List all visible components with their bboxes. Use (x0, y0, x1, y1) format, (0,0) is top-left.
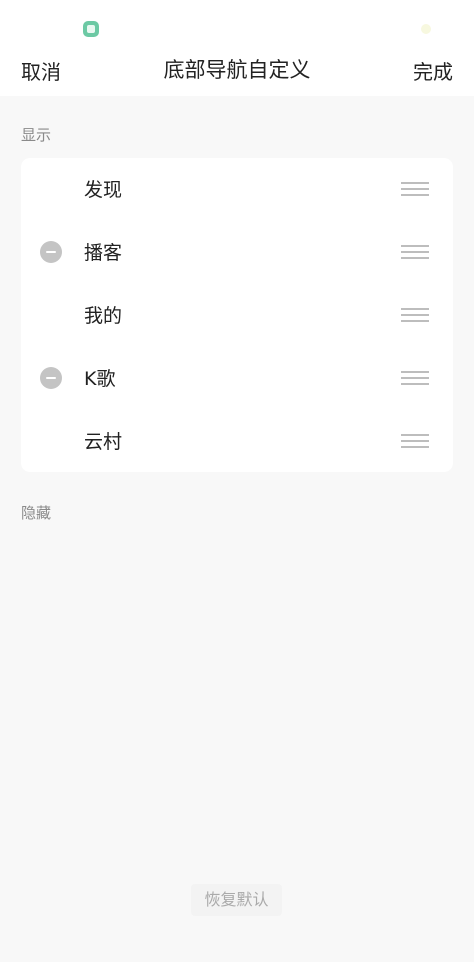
navigation-bar: 取消 底部导航自定义 完成 (0, 48, 474, 96)
drag-handle-icon[interactable] (401, 432, 429, 450)
list-item-yuncun[interactable]: 云村 (21, 410, 453, 472)
list-item-label: 云村 (84, 431, 123, 453)
shown-section-label: 显示 (21, 126, 52, 144)
minus-circle-icon[interactable] (40, 241, 62, 263)
status-indicator-icon (421, 24, 431, 34)
list-item-wode[interactable]: 我的 (21, 284, 453, 346)
restore-default-button[interactable]: 恢复默认 (191, 884, 282, 916)
app-notification-icon (83, 21, 99, 37)
status-bar (0, 0, 474, 48)
list-item-label: 播客 (84, 242, 123, 264)
list-item-label: 发现 (84, 179, 123, 201)
drag-handle-icon[interactable] (401, 180, 429, 198)
hidden-section-label: 隐藏 (21, 504, 52, 522)
page-title: 底部导航自定义 (163, 58, 311, 82)
list-item-kge[interactable]: K歌 (21, 347, 453, 409)
done-button[interactable]: 完成 (413, 56, 453, 85)
list-item-faxian[interactable]: 发现 (21, 158, 453, 220)
list-item-label: K歌 (84, 368, 116, 390)
shown-items-list: 发现 播客 我的 K歌 云村 (21, 158, 453, 472)
drag-handle-icon[interactable] (401, 369, 429, 387)
drag-handle-icon[interactable] (401, 306, 429, 324)
list-item-boke[interactable]: 播客 (21, 221, 453, 283)
minus-circle-icon[interactable] (40, 367, 62, 389)
drag-handle-icon[interactable] (401, 243, 429, 261)
list-item-label: 我的 (84, 305, 123, 327)
